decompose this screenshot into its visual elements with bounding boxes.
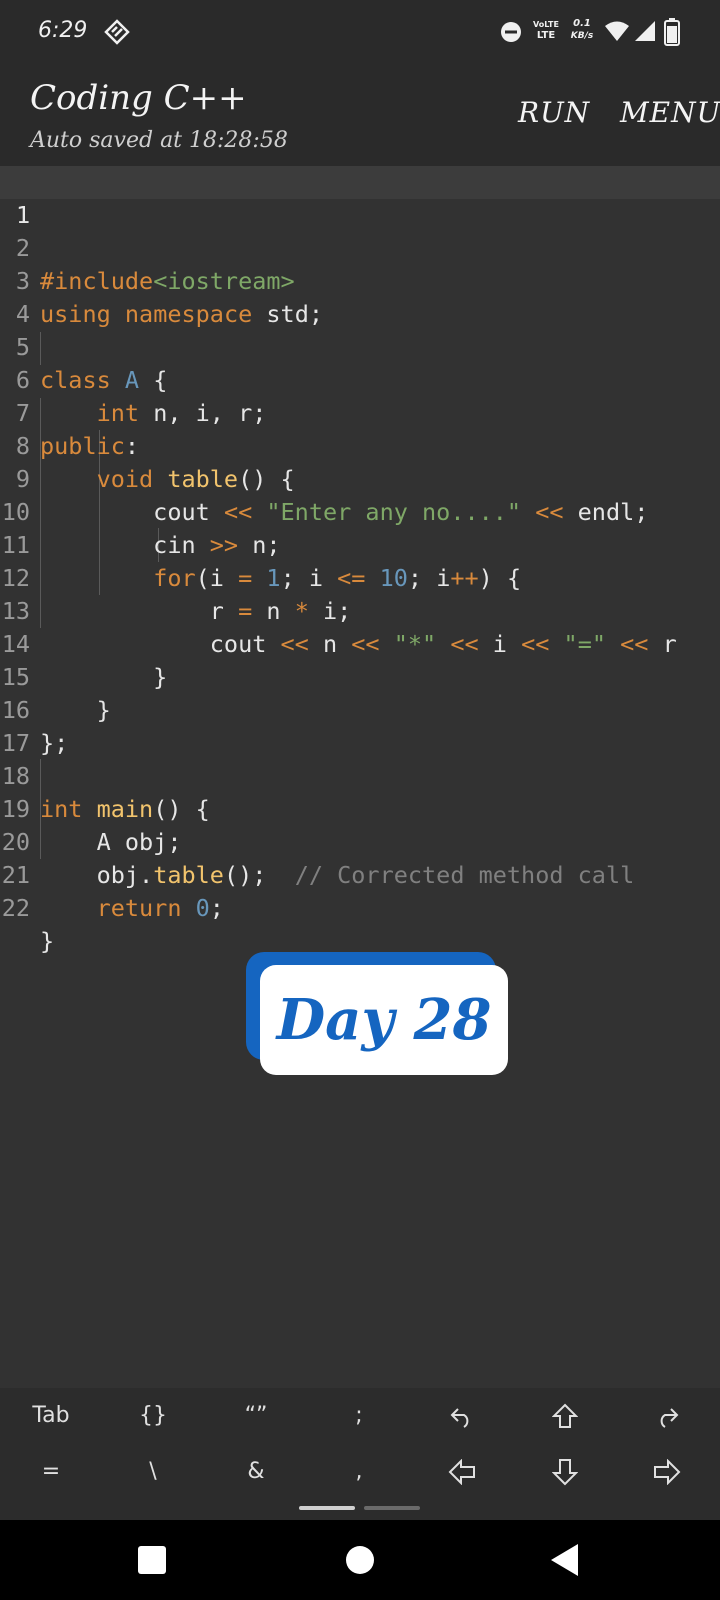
code-line[interactable]: 20 obj.table(); // Corrected method call <box>0 793 720 889</box>
code-line[interactable]: 1 <box>0 166 720 229</box>
code-line[interactable]: 4 <box>0 265 720 328</box>
symbol-key-panel: Tab {} “” ; = \ & , <box>0 1388 720 1520</box>
code-line[interactable]: 10 cin >> n; <box>0 463 720 559</box>
back-icon[interactable] <box>550 1543 580 1577</box>
tab-key[interactable]: Tab <box>6 1391 96 1441</box>
home-icon[interactable] <box>345 1545 375 1575</box>
data-speed-icon: 0.1 KB/s <box>570 18 594 41</box>
code-line[interactable]: 22 } <box>0 859 720 955</box>
comma-key[interactable]: , <box>314 1447 404 1497</box>
undo-icon <box>450 1408 469 1428</box>
line-number: 22 <box>1 894 30 922</box>
status-bar: 6:29 VoLTE LTE 0.1 KB/s <box>0 0 720 62</box>
code-line[interactable]: 14 } <box>0 595 720 691</box>
page-indicator <box>364 1506 420 1510</box>
code-line[interactable]: 19 A obj; <box>0 760 720 856</box>
shift-up-icon <box>551 1403 579 1428</box>
arrow-down-icon <box>551 1459 579 1486</box>
wifi-icon <box>605 21 629 41</box>
cursor-down-key[interactable] <box>520 1447 610 1497</box>
app-bar: Coding C++ Auto saved at 18:28:58 RUN ME… <box>0 62 720 166</box>
redo-key[interactable] <box>622 1391 712 1441</box>
app-title: Coding C++ <box>30 78 247 118</box>
ampersand-key[interactable]: & <box>211 1447 301 1497</box>
volte-icon: VoLTE LTE <box>533 20 559 41</box>
code-line[interactable]: 8 void table() { <box>0 397 720 493</box>
autosave-status: Auto saved at 18:28:58 <box>30 128 288 153</box>
code-text: return 0; <box>96 894 224 922</box>
code-line[interactable]: 21 return 0; <box>0 826 720 922</box>
status-time: 6:29 <box>38 18 88 43</box>
arrow-left-icon <box>448 1458 475 1486</box>
shield-icon <box>104 19 130 45</box>
code-line[interactable]: 18 int main() { <box>0 727 720 823</box>
battery-icon <box>664 18 680 46</box>
shift-up-key[interactable] <box>520 1391 610 1441</box>
day-badge: Day 28 <box>260 965 508 1075</box>
backslash-key[interactable]: \ <box>108 1447 198 1497</box>
run-button[interactable]: RUN <box>518 96 590 129</box>
signal-icon <box>635 21 655 41</box>
code-line[interactable]: 11 for(i = 1; i <= 10; i++) { <box>0 496 720 592</box>
redo-icon <box>660 1408 679 1428</box>
code-line[interactable]: 9 cout << "Enter any no...." << endl; <box>0 430 720 526</box>
code-line[interactable]: 15 } <box>0 628 720 724</box>
code-line[interactable]: 5 class A { <box>0 298 720 394</box>
arrow-right-icon <box>654 1458 681 1486</box>
navigation-bar <box>0 1520 720 1600</box>
cursor-right-key[interactable] <box>622 1447 712 1497</box>
cursor-left-key[interactable] <box>417 1447 507 1497</box>
quotes-key[interactable]: “” <box>211 1391 301 1441</box>
code-line[interactable]: 7 public: <box>0 364 720 460</box>
do-not-disturb-icon <box>501 22 521 42</box>
braces-key[interactable]: {} <box>108 1391 198 1441</box>
code-line[interactable]: 12 r = n * i; <box>0 529 720 625</box>
code-line[interactable]: 6 int n, i, r; <box>0 331 720 427</box>
undo-key[interactable] <box>417 1391 507 1441</box>
code-line[interactable]: 13 cout << n << "*" << i << "=" << r <box>0 562 720 658</box>
code-line[interactable]: 2 #include<iostream> <box>0 199 720 295</box>
day-badge-text: Day 28 <box>276 987 492 1053</box>
page-indicator-active <box>299 1506 355 1510</box>
code-line[interactable]: 17 <box>0 694 720 757</box>
equals-key[interactable]: = <box>6 1447 96 1497</box>
code-line[interactable]: 3 using namespace std; <box>0 232 720 328</box>
semicolon-key[interactable]: ; <box>314 1391 404 1441</box>
recents-icon[interactable] <box>137 1545 167 1575</box>
code-text: } <box>40 927 55 955</box>
code-editor[interactable]: 1 2 #include<iostream> 3 using namespace… <box>0 166 720 955</box>
code-line[interactable]: 16 }; <box>0 661 720 757</box>
menu-button[interactable]: MENU <box>620 96 720 129</box>
